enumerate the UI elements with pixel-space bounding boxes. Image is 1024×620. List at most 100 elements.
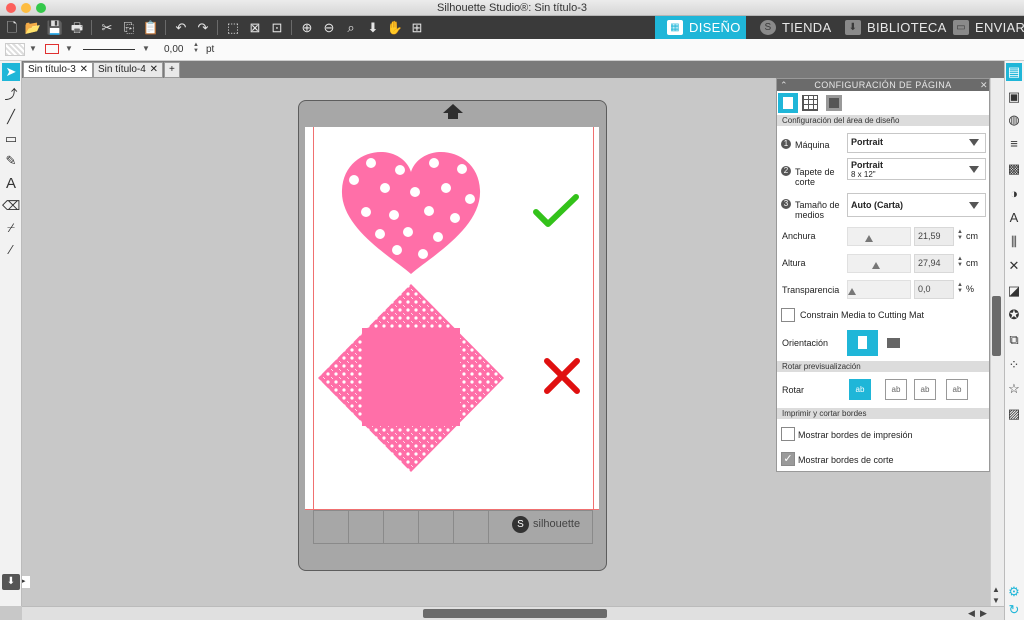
tab-library[interactable]: ⬇ BIBLIOTECA	[833, 16, 946, 39]
rotate-0-button[interactable]: ab	[849, 379, 871, 400]
page-setup-icon[interactable]: ▤	[1006, 63, 1022, 81]
modify-icon[interactable]: ◪	[1006, 282, 1022, 300]
print-icon[interactable]: 🖶	[68, 19, 86, 36]
media-size-select[interactable]: Auto (Carta)	[847, 193, 986, 217]
close-panel-icon[interactable]: ✕	[980, 79, 988, 91]
scroll-right-icon[interactable]: ▶	[980, 608, 987, 619]
line-color-swatch[interactable]	[45, 44, 59, 54]
scroll-down-icon[interactable]: ▼	[992, 596, 1000, 605]
select-all-icon[interactable]: ⬚	[224, 19, 242, 36]
save-icon[interactable]: 💾	[46, 19, 64, 36]
knife-tool-icon[interactable]: ⌿	[2, 219, 20, 237]
transparency-icon[interactable]: ◑	[1006, 185, 1022, 203]
line-style-preview[interactable]	[83, 49, 135, 50]
rotate-180-button[interactable]: ab	[914, 379, 936, 400]
scroll-left-icon[interactable]: ◀	[968, 608, 975, 619]
cutting-mat-select[interactable]: Portrait 8 x 12"	[847, 158, 986, 180]
fill-pattern-icon[interactable]: ▩	[1006, 160, 1022, 178]
zoom-selection-icon[interactable]: ⌕	[342, 19, 360, 36]
fill-color-swatch[interactable]	[5, 43, 25, 56]
lace-diamond[interactable]	[316, 282, 506, 474]
transparency-slider[interactable]	[847, 280, 911, 299]
zoom-in-icon[interactable]: ⊕	[298, 19, 316, 36]
height-stepper[interactable]: ▲ ▼	[957, 256, 964, 268]
collapse-panel-icon[interactable]: ⌃	[780, 79, 788, 91]
tab-send[interactable]: ▭ ENVIAR	[941, 16, 1024, 39]
print-borders-checkbox[interactable]	[781, 427, 795, 441]
constrain-media-checkbox[interactable]	[781, 308, 795, 322]
line-tool-icon[interactable]: ╱	[2, 108, 20, 126]
doc-tab-2[interactable]: Sin título-4 ✕	[93, 62, 163, 78]
sync-icon[interactable]: ↻	[1006, 601, 1022, 619]
line-width-input[interactable]: 0,00	[164, 44, 183, 55]
grid-settings-icon[interactable]	[802, 95, 818, 111]
pan-hand-icon[interactable]: ✋	[386, 19, 404, 36]
copy-icon[interactable]: ⎘	[120, 19, 138, 36]
width-input[interactable]: 21,59	[914, 227, 954, 246]
doc-tab-1[interactable]: Sin título-3 ✕	[23, 62, 93, 78]
chevron-down-icon[interactable]: ▼	[142, 44, 150, 53]
chevron-down-icon[interactable]: ▼	[29, 44, 37, 53]
width-stepper[interactable]: ▲ ▼	[957, 229, 964, 241]
height-slider[interactable]	[847, 254, 911, 273]
fit-to-page-icon[interactable]: ⊞	[408, 19, 426, 36]
transparency-input[interactable]: 0,0	[914, 280, 954, 299]
replicate-icon[interactable]: ⁘	[1006, 356, 1022, 374]
slider-knob[interactable]	[872, 262, 880, 269]
rotate-90-button[interactable]: ab	[885, 379, 907, 400]
close-tab-icon[interactable]: ✕	[150, 63, 158, 77]
tab-design[interactable]: ▦ DISEÑO	[655, 16, 746, 39]
pixscan-icon[interactable]: ▣	[1006, 88, 1022, 106]
transform-icon[interactable]: ✕	[1006, 257, 1022, 275]
slider-knob[interactable]	[848, 288, 856, 295]
paste-icon[interactable]: 📋	[142, 19, 160, 36]
portrait-orientation-button[interactable]	[847, 330, 878, 356]
landscape-orientation-button[interactable]	[887, 338, 900, 348]
eyedropper-tool-icon[interactable]: ⁄	[2, 241, 20, 259]
expand-panel-icon[interactable]: ▸	[22, 576, 30, 588]
line-width-stepper[interactable]: ▲ ▼	[193, 42, 199, 54]
background-settings-icon[interactable]	[826, 95, 842, 111]
width-slider[interactable]	[847, 227, 911, 246]
polka-dot-heart[interactable]	[338, 150, 484, 276]
feed-arrow-stem	[448, 113, 458, 119]
eraser-tool-icon[interactable]: ⌫	[2, 197, 20, 215]
zoom-out-icon[interactable]: ⊖	[320, 19, 338, 36]
drag-view-icon[interactable]: ⬇	[364, 19, 382, 36]
open-folder-icon[interactable]: 📂	[24, 19, 42, 36]
star-icon[interactable]: ☆	[1006, 380, 1022, 398]
select-by-color-icon[interactable]: ⊡	[268, 19, 286, 36]
text-style-icon[interactable]: A	[1006, 209, 1022, 227]
chevron-down-icon[interactable]: ▼	[65, 44, 73, 53]
scroll-up-icon[interactable]: ▲	[992, 585, 1000, 594]
trace-icon[interactable]: ⧉	[1006, 331, 1022, 349]
text-tool-icon[interactable]: A	[2, 175, 20, 193]
align-icon[interactable]: ⫼	[1006, 233, 1022, 251]
rotate-270-button[interactable]: ab	[946, 379, 968, 400]
rectangle-tool-icon[interactable]: ▭	[2, 130, 20, 148]
vertical-scroll-thumb[interactable]	[992, 296, 1001, 356]
edit-points-icon[interactable]: ⤴	[2, 86, 20, 104]
cut-borders-checkbox[interactable]: ✓	[781, 452, 795, 466]
select-tool-icon[interactable]: ➤	[2, 63, 20, 81]
deselect-icon[interactable]: ⊠	[246, 19, 264, 36]
height-input[interactable]: 27,94	[914, 254, 954, 273]
tab-store[interactable]: S TIENDA	[748, 16, 833, 39]
add-tab-button[interactable]: +	[164, 62, 180, 78]
slider-knob[interactable]	[865, 235, 873, 242]
redo-icon[interactable]: ↷	[194, 19, 212, 36]
library-download-icon[interactable]: ⬇	[2, 574, 20, 590]
new-document-icon[interactable]: 🗋	[3, 19, 21, 36]
close-tab-icon[interactable]: ✕	[80, 63, 88, 77]
machine-select[interactable]: Portrait	[847, 133, 986, 153]
horizontal-scroll-thumb[interactable]	[423, 609, 607, 618]
line-style-icon[interactable]: ≡	[1006, 135, 1022, 153]
transparency-stepper[interactable]: ▲ ▼	[957, 282, 964, 294]
undo-icon[interactable]: ↶	[172, 19, 190, 36]
sketch-icon[interactable]: ▨	[1006, 405, 1022, 423]
settings-gear-icon[interactable]: ⚙	[1006, 583, 1022, 601]
offset-icon[interactable]: ✪	[1006, 306, 1022, 324]
color-palette-icon[interactable]: ◍	[1006, 111, 1022, 129]
pencil-tool-icon[interactable]: ✎	[2, 152, 20, 170]
cut-icon[interactable]: ✂	[98, 19, 116, 36]
